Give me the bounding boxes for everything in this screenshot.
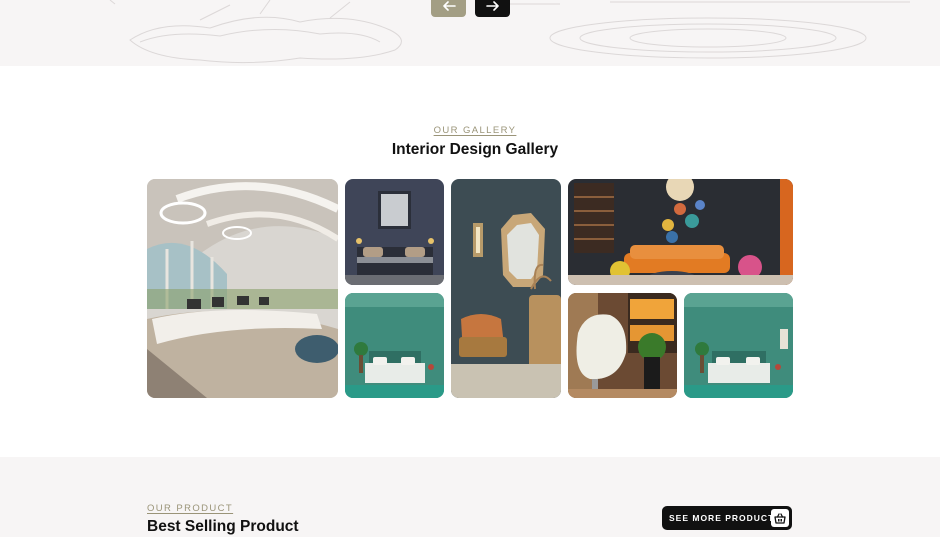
product-eyebrow: OUR PRODUCT: [147, 503, 234, 514]
slider-prev-button[interactable]: [431, 0, 466, 17]
gallery-eyebrow: OUR GALLERY: [433, 125, 517, 136]
hero-sketch-illustration: [109, 0, 910, 64]
gallery-image-green-bedroom-2[interactable]: [684, 293, 793, 398]
slider-next-button[interactable]: [475, 0, 510, 17]
arrow-left-icon: [442, 0, 456, 11]
arrow-right-icon: [485, 0, 499, 11]
gallery-image-green-bedroom[interactable]: [345, 293, 444, 398]
basket-icon: [771, 509, 789, 527]
gallery-image-navy-bedroom[interactable]: [345, 179, 444, 285]
product-section: [0, 457, 940, 537]
gallery-image-wall-mirror-armchair[interactable]: [451, 179, 561, 398]
see-more-product-label: SEE MORE PRODUCT: [669, 513, 775, 523]
gallery-title: Interior Design Gallery: [391, 141, 559, 158]
see-more-product-button[interactable]: SEE MORE PRODUCT: [662, 506, 792, 530]
product-title: Best Selling Product: [147, 518, 299, 535]
gallery-image-egg-chair-corner[interactable]: [568, 293, 677, 398]
hero-strip: [0, 0, 940, 66]
gallery-image-futuristic-office[interactable]: [147, 179, 338, 398]
gallery-image-colorful-living-room[interactable]: [568, 179, 793, 285]
